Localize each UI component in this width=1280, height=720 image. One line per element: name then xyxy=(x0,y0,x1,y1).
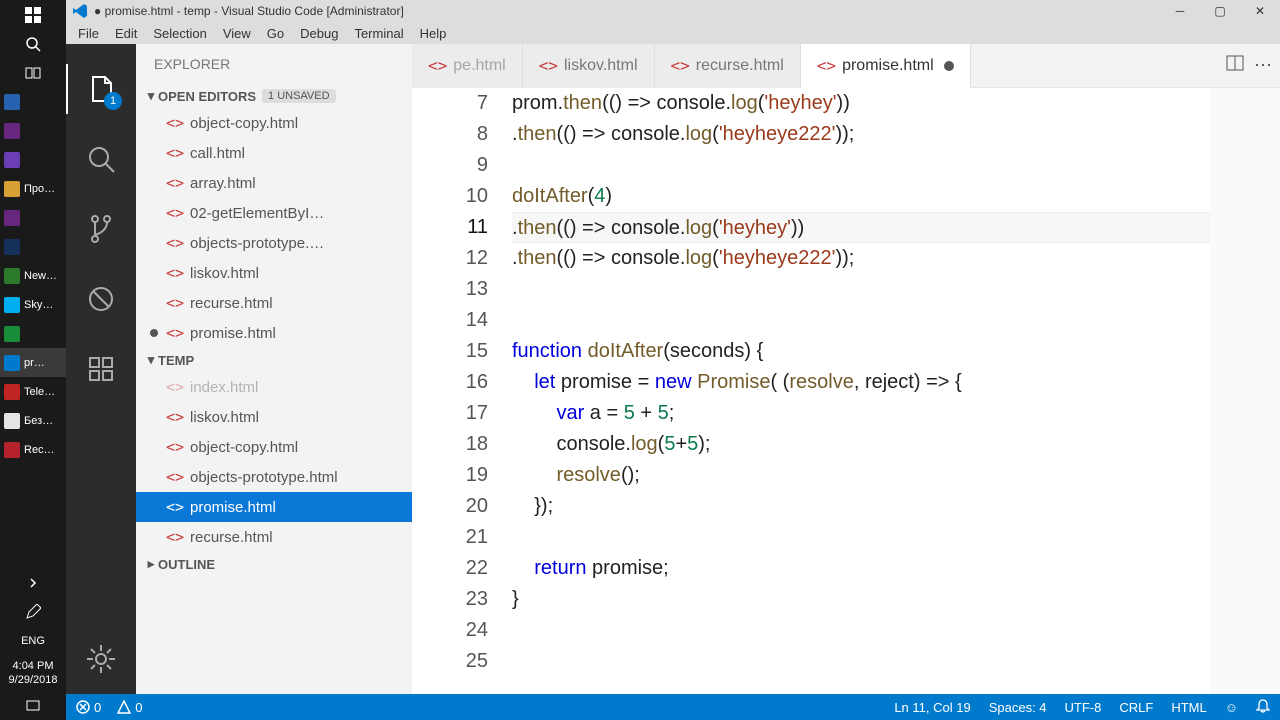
open-editors-header[interactable]: ▾ OPEN EDITORS 1 UNSAVED xyxy=(136,84,412,108)
taskbar-app[interactable]: New… xyxy=(0,261,66,290)
taskbar-app[interactable] xyxy=(0,232,66,261)
editor-tab[interactable]: <>promise.html xyxy=(801,44,971,88)
vscode-window: ● promise.html - temp - Visual Studio Co… xyxy=(66,0,1280,720)
taskbar-app[interactable]: Rec… xyxy=(0,435,66,464)
taskbar-app[interactable] xyxy=(0,203,66,232)
more-actions-icon[interactable]: ⋯ xyxy=(1254,55,1272,76)
encoding[interactable]: UTF-8 xyxy=(1065,700,1102,715)
window-title: ● promise.html - temp - Visual Studio Co… xyxy=(94,4,1160,18)
open-editor-item[interactable]: <>objects-prototype.… xyxy=(136,228,412,258)
taskbar-clock[interactable]: 4:04 PM9/29/2018 xyxy=(0,655,66,691)
menu-terminal[interactable]: Terminal xyxy=(346,24,411,43)
code-editor[interactable]: 78910111213141516171819202122232425 prom… xyxy=(412,88,1280,694)
editor-tab[interactable]: <>liskov.html xyxy=(523,44,655,88)
maximize-button[interactable]: ▢ xyxy=(1200,0,1240,22)
file-item[interactable]: <>promise.html xyxy=(136,492,412,522)
editor-area: <>pe.html<>liskov.html<>recurse.html<>pr… xyxy=(412,44,1280,694)
minimap[interactable] xyxy=(1210,88,1280,694)
editor-tab[interactable]: <>recurse.html xyxy=(655,44,801,88)
settings-activity[interactable] xyxy=(76,634,126,684)
task-view-icon[interactable] xyxy=(0,58,66,87)
taskbar-app[interactable] xyxy=(0,319,66,348)
taskbar-app[interactable]: Про… xyxy=(0,174,66,203)
cursor-position[interactable]: Ln 11, Col 19 xyxy=(894,700,970,715)
open-editor-item[interactable]: <>promise.html xyxy=(136,318,412,348)
indentation[interactable]: Spaces: 4 xyxy=(989,700,1047,715)
taskbar-app[interactable] xyxy=(0,116,66,145)
file-item[interactable]: <>recurse.html xyxy=(136,522,412,552)
extensions-activity[interactable] xyxy=(76,344,126,394)
debug-activity[interactable] xyxy=(76,274,126,324)
menu-file[interactable]: File xyxy=(70,24,107,43)
taskbar-app[interactable]: Без… xyxy=(0,406,66,435)
open-editor-item[interactable]: <>object-copy.html xyxy=(136,108,412,138)
open-editor-item[interactable]: <>array.html xyxy=(136,168,412,198)
tray-chevron-icon[interactable] xyxy=(0,568,66,597)
problems-errors[interactable]: 0 xyxy=(76,700,101,715)
file-item[interactable]: <>index.html xyxy=(136,372,412,402)
start-button[interactable] xyxy=(0,0,66,29)
open-editor-item[interactable]: <>liskov.html xyxy=(136,258,412,288)
taskbar-app[interactable]: Sky… xyxy=(0,290,66,319)
git-activity[interactable] xyxy=(76,204,126,254)
search-icon[interactable] xyxy=(0,29,66,58)
eol[interactable]: CRLF xyxy=(1119,700,1153,715)
taskbar-app[interactable]: Tele… xyxy=(0,377,66,406)
file-item[interactable]: <>object-copy.html xyxy=(136,432,412,462)
sidebar-title: EXPLORER xyxy=(136,44,412,84)
open-editor-item[interactable]: <>call.html xyxy=(136,138,412,168)
menubar: File Edit Selection View Go Debug Termin… xyxy=(66,22,1280,44)
taskbar-app[interactable] xyxy=(0,145,66,174)
explorer-sidebar: EXPLORER ▾ OPEN EDITORS 1 UNSAVED <>obje… xyxy=(136,44,412,694)
close-button[interactable]: ✕ xyxy=(1240,0,1280,22)
menu-edit[interactable]: Edit xyxy=(107,24,145,43)
file-item[interactable]: <>objects-prototype.html xyxy=(136,462,412,492)
folder-header[interactable]: ▾TEMP xyxy=(136,348,412,372)
taskbar-app-vscode[interactable]: pr… xyxy=(0,348,66,377)
language-mode[interactable]: HTML xyxy=(1171,700,1206,715)
outline-header[interactable]: ▸OUTLINE xyxy=(136,552,412,576)
editor-tab[interactable]: <>pe.html xyxy=(412,44,523,88)
taskbar-app[interactable] xyxy=(0,87,66,116)
notifications-icon[interactable] xyxy=(0,691,66,720)
open-editor-item[interactable]: <>02-getElementByI… xyxy=(136,198,412,228)
language-indicator[interactable]: ENG xyxy=(0,626,66,655)
problems-warnings[interactable]: 0 xyxy=(117,700,142,715)
menu-selection[interactable]: Selection xyxy=(145,24,214,43)
open-editor-item[interactable]: <>recurse.html xyxy=(136,288,412,318)
file-item[interactable]: <>liskov.html xyxy=(136,402,412,432)
feedback-icon[interactable]: ☺ xyxy=(1225,700,1238,715)
menu-go[interactable]: Go xyxy=(259,24,292,43)
menu-help[interactable]: Help xyxy=(412,24,455,43)
split-editor-icon[interactable] xyxy=(1226,54,1244,77)
search-activity[interactable] xyxy=(76,134,126,184)
menu-debug[interactable]: Debug xyxy=(292,24,346,43)
statusbar: 0 0 Ln 11, Col 19 Spaces: 4 UTF-8 CRLF H… xyxy=(66,694,1280,720)
editor-tabs: <>pe.html<>liskov.html<>recurse.html<>pr… xyxy=(412,44,1280,88)
titlebar: ● promise.html - temp - Visual Studio Co… xyxy=(66,0,1280,22)
badge: 1 xyxy=(104,92,122,110)
notifications-bell-icon[interactable] xyxy=(1256,699,1270,716)
menu-view[interactable]: View xyxy=(215,24,259,43)
vscode-logo-icon xyxy=(72,3,88,19)
explorer-activity[interactable]: 1 xyxy=(76,64,126,114)
tray-pen-icon[interactable] xyxy=(0,597,66,626)
windows-taskbar: Про… New… Sky… pr… Tele… Без… Rec… ENG 4… xyxy=(0,0,66,720)
minimize-button[interactable]: ─ xyxy=(1160,0,1200,22)
activity-bar: 1 xyxy=(66,44,136,694)
